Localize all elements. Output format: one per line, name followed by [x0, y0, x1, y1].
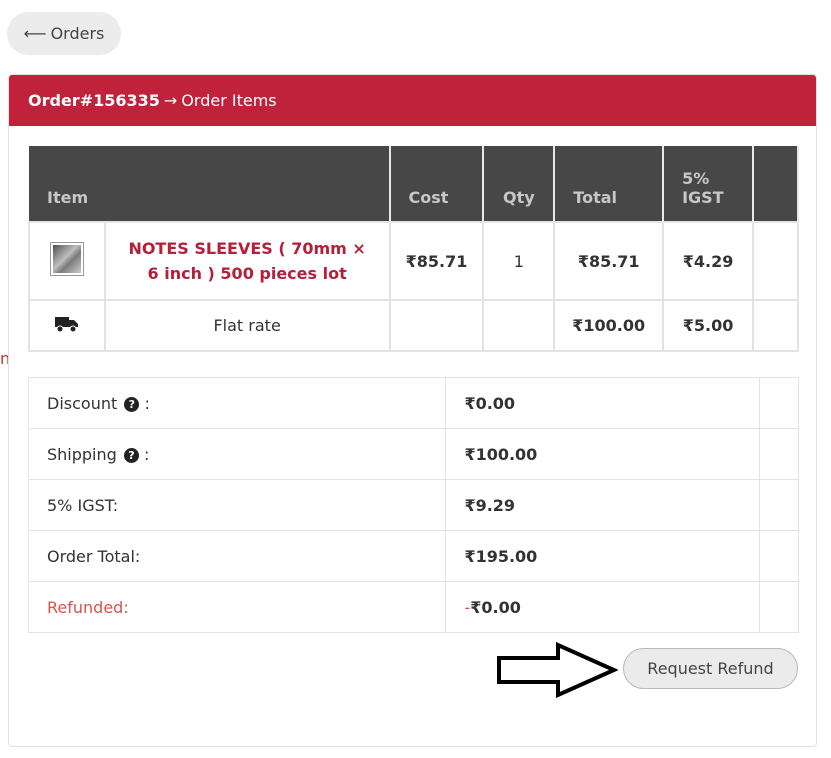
shipping-label: Shipping ? : — [27, 428, 447, 480]
order-total-label: Order Total: — [27, 530, 447, 582]
item-actions-cell — [752, 221, 799, 301]
header-separator: → — [163, 91, 178, 110]
shipping-tax: ₹5.00 — [662, 299, 755, 352]
item-name-line-1: NOTES SLEEVES ( 70mm × — [128, 239, 366, 258]
shipping-qty — [482, 299, 556, 352]
product-thumbnail[interactable] — [49, 242, 84, 276]
shipping-value: ₹100.00 — [445, 428, 761, 480]
panel-header: Order#156335 → Order Items — [9, 75, 816, 126]
item-cost: ₹85.71 — [388, 221, 485, 301]
column-header-item: Item — [29, 146, 391, 222]
order-number: Order#156335 — [28, 91, 160, 110]
refunded-value: -₹0.00 — [445, 581, 761, 633]
order-total-value: ₹195.00 — [445, 530, 761, 582]
summary-row-refunded: Refunded: -₹0.00 — [27, 581, 799, 633]
shipping-cost — [388, 299, 485, 352]
shipping-method-name: Flat rate — [103, 299, 391, 352]
truck-icon — [54, 316, 78, 332]
summary-spacer — [759, 479, 799, 531]
item-qty: 1 — [482, 221, 556, 301]
table-header-row: Item Cost Qty Total 5% IGST — [29, 146, 799, 222]
item-tax: ₹4.29 — [662, 221, 755, 301]
order-items-table: Item Cost Qty Total 5% IGST NOTES SLEEVE… — [28, 146, 799, 352]
summary-row-order-total: Order Total: ₹195.00 — [27, 530, 799, 582]
request-refund-button[interactable]: Request Refund — [623, 648, 798, 689]
summary-spacer — [759, 581, 799, 633]
tax-rate-label: 5% — [682, 169, 710, 188]
back-to-orders-button[interactable]: ⟵ Orders — [7, 12, 121, 55]
summary-row-shipping: Shipping ? : ₹100.00 — [27, 428, 799, 480]
igst-value: ₹9.29 — [445, 479, 761, 531]
order-items-panel: Order#156335 → Order Items Item Cost Qty… — [8, 74, 817, 747]
question-circle-icon[interactable]: ? — [124, 396, 140, 412]
panel-title: Order Items — [181, 91, 277, 110]
discount-label: Discount ? : — [27, 377, 447, 429]
summary-spacer — [759, 530, 799, 582]
tax-type-label: IGST — [682, 188, 724, 207]
item-thumbnail-cell — [28, 221, 106, 301]
shipping-actions-cell — [752, 299, 799, 352]
discount-label-text: Discount — [47, 393, 118, 413]
column-header-cost: Cost — [389, 146, 485, 222]
item-name-line-2: 6 inch ) 500 pieces lot — [147, 264, 347, 283]
back-arrow-icon: ⟵ — [23, 24, 47, 43]
igst-label: 5% IGST: — [27, 479, 447, 531]
order-totals-table: Discount ? : ₹0.00 Shipping ? : ₹100.00 … — [27, 377, 799, 633]
column-header-qty: Qty — [483, 146, 556, 222]
table-row: Flat rate ₹100.00 ₹5.00 — [28, 299, 799, 352]
table-row: NOTES SLEEVES ( 70mm × 6 inch ) 500 piec… — [28, 221, 799, 301]
summary-row-discount: Discount ? : ₹0.00 — [27, 377, 799, 429]
question-circle-icon[interactable]: ? — [123, 447, 139, 463]
summary-row-igst: 5% IGST: ₹9.29 — [27, 479, 799, 531]
item-name[interactable]: NOTES SLEEVES ( 70mm × 6 inch ) 500 piec… — [103, 221, 391, 301]
refunded-amount: ₹0.00 — [470, 597, 521, 617]
shipping-label-suffix: : — [143, 444, 150, 464]
summary-spacer — [759, 428, 799, 480]
discount-value: ₹0.00 — [445, 377, 761, 429]
summary-spacer — [759, 377, 799, 429]
back-button-label: Orders — [50, 24, 105, 43]
shipping-total: ₹100.00 — [553, 299, 665, 352]
column-header-actions — [753, 146, 799, 222]
discount-label-suffix: : — [144, 393, 150, 413]
shipping-label-text: Shipping — [47, 444, 117, 464]
right-arrow-annotation-icon — [497, 642, 618, 698]
column-header-total: Total — [554, 146, 665, 222]
refunded-label: Refunded: — [27, 581, 447, 633]
column-header-tax: 5% IGST — [663, 146, 755, 222]
item-total: ₹85.71 — [553, 221, 665, 301]
shipping-icon-cell — [28, 299, 106, 352]
